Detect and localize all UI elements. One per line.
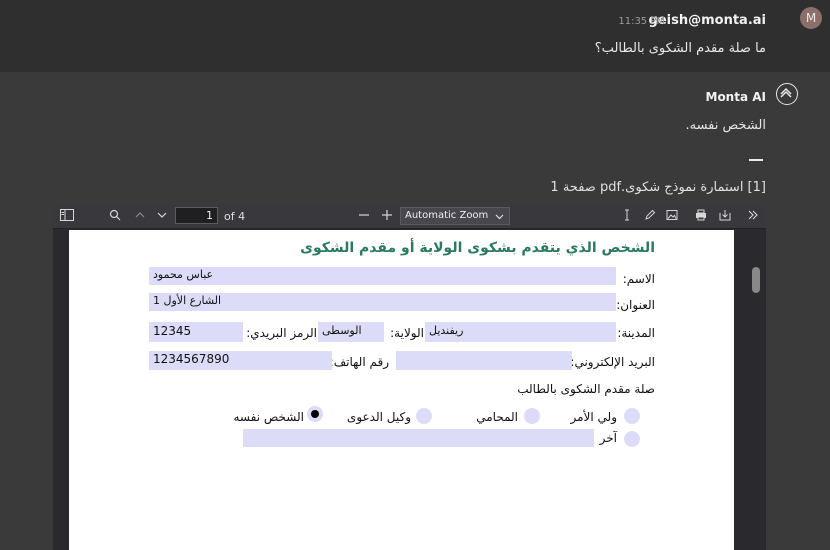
- city-field[interactable]: ريفنديل: [425, 322, 616, 342]
- next-page-icon[interactable]: [154, 209, 169, 224]
- name-field[interactable]: عباس محمود: [149, 267, 616, 285]
- zip-field[interactable]: 12345: [149, 322, 243, 342]
- option-other-label: آخر: [599, 431, 617, 445]
- phone-label: رقم الهاتف:: [329, 355, 389, 369]
- zoom-in-icon[interactable]: [379, 209, 394, 224]
- search-icon[interactable]: [107, 209, 122, 224]
- option-parent-label: ولي الأمر: [570, 410, 618, 424]
- ai-answer: الشخص نفسه.: [685, 118, 766, 133]
- scrollbar[interactable]: [752, 267, 760, 293]
- page-count: of 4: [224, 210, 246, 223]
- radio-lawyer[interactable]: [524, 408, 540, 424]
- avatar[interactable]: M: [800, 7, 822, 29]
- state-label: الولاية:: [390, 326, 424, 340]
- pdf-viewer: 1 of 4 Automatic Zoom الشخص الذي يتقدم ب…: [53, 205, 766, 550]
- message-time: 11:35 PM: [618, 16, 665, 27]
- option-agent-label: وكيل الدعوى: [346, 410, 411, 424]
- address-field[interactable]: الشارع الأول 1: [149, 293, 616, 311]
- print-icon[interactable]: [693, 209, 708, 224]
- more-tools-icon[interactable]: [745, 209, 760, 224]
- previous-page-icon[interactable]: [132, 209, 147, 224]
- user-message: M geish@monta.ai 11:35 PM ما صلة مقدم ال…: [0, 0, 830, 72]
- user-question: ما صلة مقدم الشكوى بالطالب؟: [594, 41, 766, 56]
- text-cursor-icon[interactable]: [619, 209, 634, 224]
- divider: [749, 159, 763, 161]
- city-label: المدينة:: [617, 326, 655, 340]
- zoom-out-icon[interactable]: [356, 209, 371, 224]
- sidebar-toggle-icon[interactable]: [59, 209, 74, 224]
- draw-icon[interactable]: [642, 209, 657, 224]
- page-number-input[interactable]: 1: [175, 207, 218, 224]
- image-icon[interactable]: [664, 209, 679, 224]
- relation-label: صلة مقدم الشكوى بالطالب: [517, 382, 655, 396]
- radio-self[interactable]: [307, 406, 323, 422]
- name-label: الاسم:: [622, 272, 655, 286]
- ai-name: Monta AI: [705, 90, 767, 104]
- pdf-toolbar: 1 of 4 Automatic Zoom: [53, 205, 766, 229]
- pdf-page: الشخص الذي يتقدم بشكوى الولاية أو مقدم ا…: [69, 230, 734, 550]
- form-title: الشخص الذي يتقدم بشكوى الولاية أو مقدم ا…: [300, 240, 655, 256]
- state-field[interactable]: الوسطى: [318, 322, 384, 342]
- option-self-label: الشخص نفسه: [233, 410, 304, 424]
- monta-logo-icon: [776, 83, 798, 105]
- zip-label: الرمز البريدي:: [246, 326, 317, 340]
- phone-field[interactable]: 1234567890: [149, 351, 332, 370]
- email-field[interactable]: [396, 351, 572, 370]
- zoom-select[interactable]: Automatic Zoom: [400, 207, 510, 225]
- radio-agent[interactable]: [416, 408, 432, 424]
- user-name: geish@monta.ai: [648, 13, 766, 28]
- source-reference[interactable]: [1] استمارة نموذج شكوى.pdf صفحة 1: [550, 180, 766, 195]
- save-icon[interactable]: [717, 209, 732, 224]
- email-label: البريد الإلكتروني:: [570, 355, 655, 369]
- option-lawyer-label: المحامي: [476, 410, 518, 424]
- address-label: العنوان:: [616, 298, 655, 312]
- zoom-value: Automatic Zoom: [405, 210, 489, 221]
- radio-parent[interactable]: [624, 408, 640, 424]
- other-field[interactable]: [243, 429, 594, 447]
- chevron-down-icon: [495, 208, 504, 227]
- radio-other[interactable]: [624, 431, 640, 447]
